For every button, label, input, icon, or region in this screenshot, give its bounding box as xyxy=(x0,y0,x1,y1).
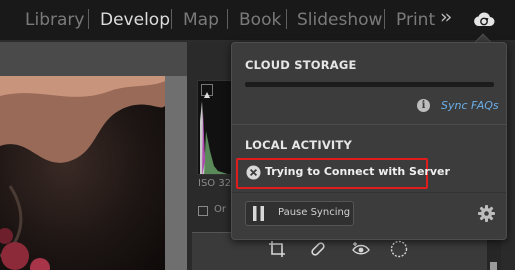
toolbar-area xyxy=(0,42,187,76)
module-develop[interactable]: Develop xyxy=(100,8,170,32)
original-photo-checkbox[interactable] xyxy=(198,206,208,216)
radial-mask-icon[interactable] xyxy=(390,240,408,258)
sync-faqs-link[interactable]: Sync FAQs xyxy=(441,99,499,112)
popup-divider xyxy=(232,192,506,193)
module-map[interactable]: Map xyxy=(183,8,219,32)
photo-border xyxy=(165,76,187,270)
module-separator xyxy=(286,9,287,29)
popup-divider xyxy=(232,124,506,125)
gear-icon[interactable] xyxy=(478,205,495,222)
red-eye-icon[interactable] xyxy=(352,240,370,258)
photo-preview[interactable] xyxy=(0,76,165,270)
module-slideshow[interactable]: Slideshow xyxy=(297,8,382,32)
healing-brush-icon[interactable] xyxy=(309,240,327,258)
photo-image xyxy=(0,76,165,270)
module-library[interactable]: Library xyxy=(25,8,84,32)
shadow-clipping-toggle[interactable] xyxy=(201,84,213,98)
pause-syncing-label: Pause Syncing xyxy=(278,207,351,218)
error-x-icon xyxy=(246,165,261,180)
module-print[interactable]: Print xyxy=(396,8,435,32)
module-separator xyxy=(88,9,89,29)
module-book[interactable]: Book xyxy=(239,8,281,32)
module-separator xyxy=(384,9,385,29)
cloud-sync-icon[interactable] xyxy=(472,9,496,29)
info-icon: i xyxy=(417,99,430,112)
original-photo-label: Or xyxy=(214,204,226,215)
activity-status-text: Trying to Connect with Server xyxy=(265,165,450,178)
local-activity-title: LOCAL ACTIVITY xyxy=(245,138,352,152)
crop-icon[interactable] xyxy=(268,240,286,258)
pause-icon xyxy=(253,206,264,221)
storage-usage-bar xyxy=(245,82,494,87)
module-separator xyxy=(171,9,172,29)
scrollbar-thumb[interactable] xyxy=(490,262,497,270)
iso-readout: ISO 32 xyxy=(198,178,232,189)
double-chevron-right-icon[interactable]: ›› xyxy=(440,6,452,28)
module-separator xyxy=(227,9,228,29)
cloud-storage-title: CLOUD STORAGE xyxy=(245,58,357,72)
